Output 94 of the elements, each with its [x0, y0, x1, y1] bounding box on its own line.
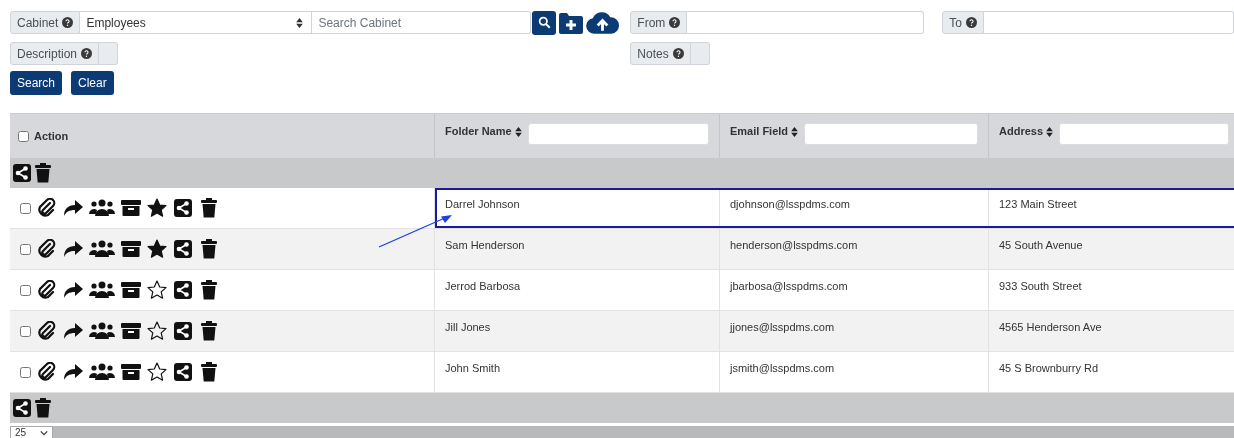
- table-cell: jsmith@lsspdms.com: [720, 352, 989, 392]
- archive-icon[interactable]: [121, 280, 141, 300]
- filter-field[interactable]: [804, 123, 978, 145]
- table-cell: henderson@lsspdms.com: [720, 229, 989, 269]
- users-icon[interactable]: [89, 198, 115, 218]
- search-field[interactable]: Search Cabinet: [312, 11, 532, 34]
- archive-icon[interactable]: [121, 239, 141, 259]
- help-icon[interactable]: [966, 17, 977, 28]
- table-cell: 45 S Brownburry Rd: [989, 352, 1234, 392]
- notes-label: Notes: [630, 42, 691, 65]
- forward-arrow-icon[interactable]: [63, 321, 83, 341]
- star-icon[interactable]: [147, 362, 167, 382]
- help-icon[interactable]: [62, 17, 74, 28]
- row-checkbox[interactable]: [20, 366, 31, 378]
- sort-icon[interactable]: [1046, 127, 1054, 137]
- paperclip-icon[interactable]: [37, 239, 57, 259]
- from-field[interactable]: [687, 11, 925, 34]
- paperclip-icon[interactable]: [37, 280, 57, 300]
- table-cell: 45 South Avenue: [989, 229, 1234, 269]
- paperclip-icon[interactable]: [37, 362, 57, 382]
- archive-icon[interactable]: [121, 198, 141, 218]
- trash-icon[interactable]: [199, 198, 219, 218]
- star-icon[interactable]: [147, 239, 167, 259]
- paperclip-icon[interactable]: [37, 198, 57, 218]
- table-cell: Jill Jones: [435, 311, 720, 351]
- paperclip-icon[interactable]: [37, 321, 57, 341]
- table-cell: 4565 Henderson Ave: [989, 311, 1234, 351]
- row-checkbox[interactable]: [20, 284, 31, 296]
- cloud-upload-icon[interactable]: [586, 11, 620, 34]
- to-label: To: [942, 11, 984, 34]
- filter-field[interactable]: [527, 123, 709, 145]
- table-cell: 123 Main Street: [989, 188, 1234, 228]
- row-checkbox[interactable]: [20, 243, 31, 255]
- help-icon[interactable]: [669, 17, 681, 28]
- table-cell: jjones@lsspdms.com: [720, 311, 989, 351]
- column-header[interactable]: Folder Name: [445, 125, 512, 137]
- table-cell: Sam Henderson: [435, 229, 720, 269]
- forward-arrow-icon[interactable]: [63, 239, 83, 259]
- table-cell: John Smith: [435, 352, 720, 392]
- search-button[interactable]: Search: [10, 71, 63, 95]
- cabinet-select[interactable]: Employees: [80, 11, 313, 34]
- column-header: Action: [34, 130, 69, 142]
- column-header[interactable]: Address: [999, 125, 1044, 137]
- help-icon[interactable]: [81, 48, 93, 59]
- trash-icon[interactable]: [199, 321, 219, 341]
- chevron-down-icon: [40, 430, 48, 436]
- sort-icon: [296, 17, 304, 28]
- sort-icon[interactable]: [514, 127, 522, 137]
- trash-icon[interactable]: [199, 239, 219, 259]
- trash-icon[interactable]: [33, 398, 53, 418]
- filter-field[interactable]: [1059, 123, 1229, 145]
- table-cell: Jerrod Barbosa: [435, 270, 720, 310]
- share-icon[interactable]: [173, 280, 193, 300]
- star-icon[interactable]: [147, 198, 167, 218]
- share-icon[interactable]: [173, 239, 193, 259]
- users-icon[interactable]: [89, 239, 115, 259]
- users-icon[interactable]: [89, 362, 115, 382]
- description-field[interactable]: [99, 42, 119, 65]
- forward-arrow-icon[interactable]: [63, 362, 83, 382]
- share-icon[interactable]: [12, 398, 32, 418]
- table-cell: 933 South Street: [989, 270, 1234, 310]
- star-icon[interactable]: [147, 321, 167, 341]
- archive-icon[interactable]: [121, 362, 141, 382]
- column-header[interactable]: Email Field: [730, 125, 789, 137]
- users-icon[interactable]: [89, 280, 115, 300]
- forward-arrow-icon[interactable]: [63, 280, 83, 300]
- page-size-select[interactable]: 25: [10, 426, 53, 438]
- forward-arrow-icon[interactable]: [63, 198, 83, 218]
- row-checkbox[interactable]: [20, 325, 31, 337]
- help-icon[interactable]: [672, 48, 684, 59]
- share-icon[interactable]: [12, 163, 32, 183]
- archive-icon[interactable]: [121, 321, 141, 341]
- search-icon: [537, 16, 551, 29]
- share-icon[interactable]: [173, 198, 193, 218]
- users-icon[interactable]: [89, 321, 115, 341]
- trash-icon[interactable]: [199, 280, 219, 300]
- to-field[interactable]: [984, 11, 1234, 34]
- folder-plus-icon[interactable]: [559, 11, 584, 34]
- share-icon[interactable]: [173, 321, 193, 341]
- trash-icon[interactable]: [33, 163, 53, 183]
- from-label: From: [630, 11, 688, 34]
- description-label: Description: [10, 42, 100, 65]
- search-icon-button[interactable]: [532, 10, 557, 35]
- table-cell: djohnson@lsspdms.com: [720, 188, 989, 228]
- select-all-checkbox[interactable]: [18, 130, 29, 142]
- row-checkbox[interactable]: [20, 202, 31, 214]
- cabinet-label: Cabinet: [10, 11, 81, 34]
- sort-icon[interactable]: [791, 127, 799, 137]
- trash-icon[interactable]: [199, 362, 219, 382]
- table-cell: jbarbosa@lsspdms.com: [720, 270, 989, 310]
- notes-field[interactable]: [690, 42, 710, 65]
- clear-button[interactable]: Clear: [71, 71, 114, 95]
- share-icon[interactable]: [173, 362, 193, 382]
- star-icon[interactable]: [147, 280, 167, 300]
